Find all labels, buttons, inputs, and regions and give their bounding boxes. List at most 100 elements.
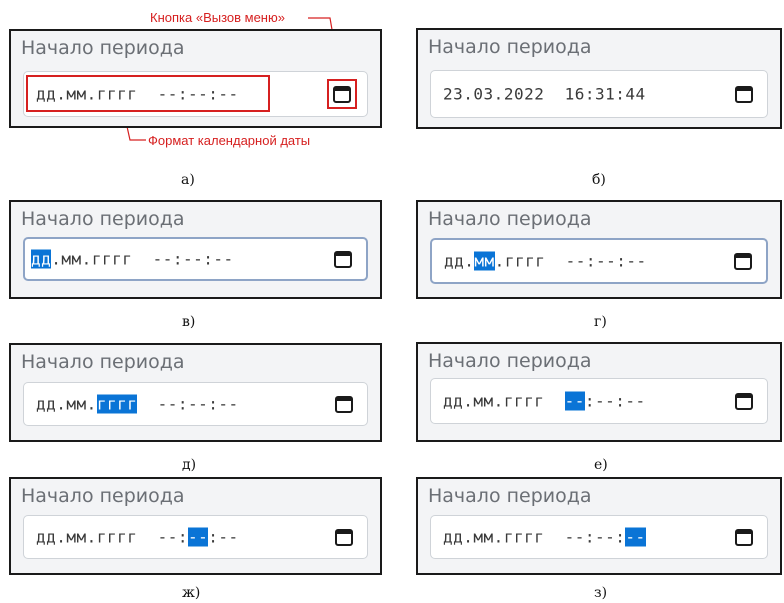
datetime-input[interactable]: дд.мм.гггг --:--:--	[430, 515, 768, 559]
calendar-menu-button[interactable]	[331, 391, 357, 417]
date-segment[interactable]: мм	[61, 250, 81, 269]
date-segment[interactable]: дд	[443, 528, 463, 547]
date-segment: .	[56, 394, 67, 414]
date-segment[interactable]: дд	[444, 252, 464, 271]
calendar-menu-button[interactable]	[327, 79, 357, 109]
period-start-label: Начало периода	[21, 37, 185, 59]
date-segment[interactable]: дд	[443, 392, 463, 411]
date-segment[interactable]: --	[595, 392, 615, 411]
calendar-menu-button[interactable]	[730, 248, 756, 274]
date-segment: .	[463, 391, 474, 411]
datetime-input[interactable]: дд.мм.гггг --:--:--	[430, 378, 768, 424]
caption-d: д)	[182, 457, 197, 473]
calendar-menu-button[interactable]	[330, 246, 356, 272]
date-segment[interactable]: гггг	[97, 528, 138, 547]
date-segment: :	[584, 391, 596, 411]
date-segment: :	[208, 527, 219, 547]
date-segment: .	[493, 84, 504, 104]
date-segment[interactable]: --	[153, 250, 173, 269]
date-segment: :	[172, 249, 184, 269]
date-segment: :	[615, 527, 626, 547]
calendar-menu-button[interactable]	[331, 524, 357, 550]
calendar-menu-button[interactable]	[731, 81, 757, 107]
date-segment[interactable]: мм	[66, 528, 86, 547]
date-segment[interactable]: --	[218, 395, 238, 414]
selected-segment[interactable]: --	[625, 527, 646, 547]
date-segment[interactable]: мм	[66, 395, 86, 414]
date-segment[interactable]: гггг	[92, 250, 133, 269]
date-segment	[132, 250, 152, 269]
date-segment[interactable]: --	[158, 528, 178, 547]
date-segment[interactable]: --	[565, 528, 585, 547]
date-segment[interactable]: --	[625, 392, 645, 411]
calendar-menu-button[interactable]	[731, 388, 757, 414]
date-segment[interactable]: гггг	[504, 528, 545, 547]
selected-segment[interactable]: гггг	[96, 394, 138, 414]
period-start-label: Начало периода	[21, 485, 185, 507]
date-segment[interactable]: 16	[565, 85, 585, 104]
date-segment[interactable]: --	[188, 395, 208, 414]
date-segment	[137, 395, 157, 414]
panel-zh: Начало периода дд.мм.гггг --:--:--	[9, 477, 382, 575]
date-segment[interactable]: гггг	[504, 392, 545, 411]
date-segment: .	[463, 527, 474, 547]
date-segment	[544, 392, 564, 411]
date-segment[interactable]: гггг	[505, 252, 546, 271]
selected-segment[interactable]: --	[564, 391, 585, 411]
date-segment[interactable]: мм	[473, 528, 493, 547]
menu-button-annotation: Кнопка «Вызов меню»	[150, 10, 285, 25]
period-start-label: Начало периода	[428, 208, 592, 230]
selected-segment[interactable]: дд	[31, 249, 52, 269]
date-segment: :	[177, 527, 189, 547]
period-start-label: Начало периода	[21, 351, 185, 373]
date-segment: :	[584, 84, 596, 104]
caption-a: а)	[181, 172, 195, 188]
date-segment[interactable]: дд	[36, 528, 56, 547]
date-segment: :	[177, 394, 189, 414]
panel-g: Начало периода дд.мм.гггг --:--:--	[416, 200, 782, 299]
date-segment[interactable]: 03	[473, 85, 493, 104]
selected-segment[interactable]: мм	[474, 251, 495, 271]
date-segment	[544, 528, 564, 547]
date-segment: :	[584, 527, 596, 547]
caption-b: б)	[592, 172, 606, 188]
datetime-value: дд.мм.гггг --:--:--	[31, 249, 234, 269]
datetime-value: дд.мм.гггг --:--:--	[36, 527, 239, 547]
caption-z: з)	[594, 585, 608, 601]
date-segment[interactable]: 44	[625, 85, 645, 104]
datetime-value: дд.мм.гггг --:--:--	[36, 394, 239, 414]
date-segment[interactable]: --	[626, 252, 646, 271]
date-segment[interactable]: 2022	[504, 85, 545, 104]
datetime-input[interactable]: дд.мм.гггг --:--:--	[23, 237, 368, 281]
date-segment: :	[208, 394, 219, 414]
datetime-input[interactable]: дд.мм.гггг --:--:--	[23, 515, 368, 559]
date-segment[interactable]: дд	[36, 395, 56, 414]
datetime-value: 23.03.2022 16:31:44	[443, 85, 646, 104]
datetime-input[interactable]: 23.03.2022 16:31:44	[430, 70, 768, 118]
calendar-menu-button[interactable]	[731, 524, 757, 550]
date-segment[interactable]: --	[213, 250, 233, 269]
date-segment: :	[203, 249, 214, 269]
date-format-highlight	[26, 75, 270, 112]
date-segment[interactable]: 23	[443, 85, 463, 104]
date-segment: .	[493, 527, 504, 547]
date-segment[interactable]: --	[183, 250, 203, 269]
caption-zh: ж)	[182, 585, 201, 601]
date-segment[interactable]: --	[566, 252, 586, 271]
calendar-icon	[735, 393, 753, 410]
date-segment: :	[615, 391, 626, 411]
datetime-input[interactable]: дд.мм.гггг --:--:--	[23, 382, 368, 426]
period-start-label: Начало периода	[428, 350, 592, 372]
date-segment[interactable]: 31	[595, 85, 615, 104]
panel-e: Начало периода дд.мм.гггг --:--:--	[416, 342, 782, 442]
date-segment[interactable]: --	[218, 528, 238, 547]
date-segment[interactable]: мм	[473, 392, 493, 411]
date-segment: .	[464, 251, 475, 271]
date-segment: .	[493, 391, 504, 411]
selected-segment[interactable]: --	[188, 527, 209, 547]
date-segment[interactable]: --	[158, 395, 178, 414]
datetime-input[interactable]: дд.мм.гггг --:--:--	[430, 238, 768, 284]
date-segment: .	[51, 249, 62, 269]
date-segment[interactable]: --	[596, 252, 616, 271]
date-segment[interactable]: --	[595, 528, 615, 547]
